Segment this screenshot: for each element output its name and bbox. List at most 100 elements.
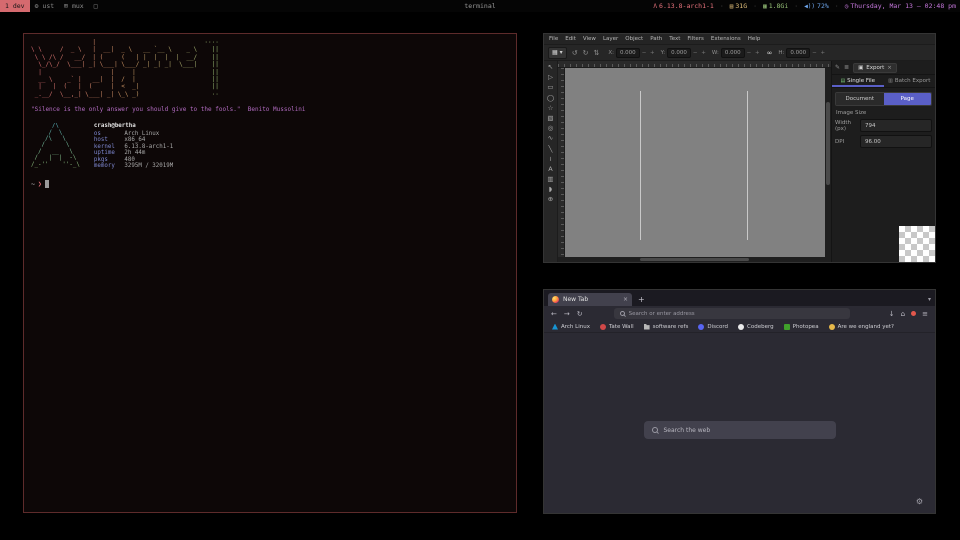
workspace-tag-mux[interactable]: ⊞ mux — [59, 0, 89, 12]
scrollbar-thumb[interactable] — [826, 102, 830, 185]
width-input[interactable]: 794 — [860, 119, 932, 132]
field-value[interactable]: 0.000 — [667, 48, 691, 58]
measure-tool-icon[interactable]: ⊕ — [548, 196, 553, 203]
field-value[interactable]: 0.000 — [786, 48, 810, 58]
menu-item[interactable]: Path — [650, 36, 662, 42]
search-icon — [652, 427, 658, 433]
menu-item[interactable]: Object — [625, 36, 643, 42]
spiral-tool-icon[interactable]: ◎ — [548, 125, 554, 132]
dpi-input[interactable]: 96.00 — [860, 135, 932, 148]
list-tabs-icon[interactable]: ▾ — [928, 296, 931, 303]
terminal-window[interactable]: | ···· \ \ / _ \ | __| _ \ __ `__ \ _ \ … — [23, 33, 517, 513]
bookmark-item[interactable]: Are we england yet? — [829, 324, 894, 330]
close-icon[interactable]: × — [887, 65, 892, 71]
export-tab[interactable]: ▣ Export × — [853, 63, 897, 73]
stepper-buttons[interactable]: − + — [812, 50, 826, 56]
height-field[interactable]: H: 0.000 − + — [778, 48, 826, 58]
fill-stroke-dialog-icon[interactable]: ✎ — [835, 64, 840, 71]
menu-item[interactable]: Extensions — [711, 36, 741, 42]
pencil-tool-icon[interactable]: ∿ — [548, 135, 553, 142]
coordinate-field[interactable]: W: 0.000 − + — [712, 48, 761, 58]
folder-icon — [644, 324, 650, 330]
export-page-button[interactable]: Page — [884, 93, 932, 105]
menu-item[interactable]: File — [549, 36, 558, 42]
bookmark-label: software refs — [653, 324, 689, 330]
scrollbar-thumb[interactable] — [640, 258, 749, 261]
arch-linux-favicon — [552, 324, 558, 330]
node-tool-icon[interactable]: ▷ — [548, 74, 553, 81]
page-border-right — [747, 91, 748, 240]
workspace-tag-dev[interactable]: 1 dev — [0, 0, 30, 12]
export-document-button[interactable]: Document — [836, 93, 884, 105]
bookmark-item[interactable]: Photopea — [784, 324, 819, 330]
field-value[interactable]: 0.000 — [616, 48, 640, 58]
tab-close-icon[interactable]: × — [623, 296, 628, 303]
batch-export-tab[interactable]: ▥ Batch Export — [884, 75, 936, 87]
dropper-tool-icon[interactable]: ◗ — [549, 186, 552, 193]
browser-tab[interactable]: New Tab × — [548, 293, 632, 306]
forward-button[interactable]: → — [564, 310, 570, 318]
export-preview-checkerboard — [899, 226, 935, 262]
menu-item[interactable]: View — [583, 36, 596, 42]
discord-favicon — [698, 324, 704, 330]
workspace-tags: 1 dev ⚙ ust ⊞ mux □ — [0, 0, 103, 12]
bookmark-item[interactable]: Discord — [698, 324, 728, 330]
menu-item[interactable]: Filters — [687, 36, 704, 42]
box3d-tool-icon[interactable]: ▧ — [547, 115, 553, 122]
bookmark-item[interactable]: Arch Linux — [552, 324, 590, 330]
coordinate-field[interactable]: X: 0.000 − + — [608, 48, 655, 58]
status-module: ▤ 31G — [720, 2, 747, 10]
menu-item[interactable]: Text — [669, 36, 680, 42]
menu-item[interactable]: Edit — [565, 36, 576, 42]
personalize-gear-icon[interactable]: ⚙ — [916, 497, 923, 506]
text-cursor — [45, 180, 49, 188]
back-button[interactable]: ← — [551, 310, 557, 318]
stepper-buttons[interactable]: − + — [747, 50, 761, 56]
bookmark-item[interactable]: software refs — [644, 324, 689, 330]
rectangle-tool-icon[interactable]: ▭ — [547, 84, 553, 91]
address-bar[interactable]: Search or enter address — [614, 308, 850, 319]
single-file-label: Single File — [847, 78, 875, 84]
stepper-buttons[interactable]: − + — [642, 50, 656, 56]
layers-dialog-icon[interactable]: ≣ — [844, 64, 849, 71]
shell-prompt[interactable]: ~ ❯ — [31, 180, 509, 188]
home-icon[interactable]: ⌂ — [901, 310, 905, 318]
ellipse-tool-icon[interactable]: ◯ — [547, 95, 554, 102]
search-icon — [620, 311, 625, 316]
photopea-favicon — [784, 324, 790, 330]
england-favicon — [829, 324, 835, 330]
gradient-tool-icon[interactable]: ▥ — [547, 176, 553, 183]
web-search-box[interactable]: Search the web — [644, 421, 836, 439]
record-indicator-icon[interactable] — [911, 311, 916, 316]
bookmark-item[interactable]: Tate Wall — [600, 324, 634, 330]
lock-ratio-icon[interactable]: ∞ — [767, 49, 773, 57]
star-tool-icon[interactable]: ☆ — [548, 105, 554, 112]
field-value[interactable]: 0.000 — [721, 48, 745, 58]
rotate-cw-button[interactable]: ↻ — [583, 49, 589, 57]
pen-tool-icon[interactable]: ╲ — [549, 146, 553, 153]
coordinate-field[interactable]: Y: 0.000 − + — [661, 48, 707, 58]
menu-icon[interactable]: ≡ — [922, 310, 928, 318]
menu-item[interactable]: Layer — [603, 36, 618, 42]
browser-window: New Tab × + ▾ ← → ↻ Search or enter addr… — [543, 289, 936, 514]
horizontal-scrollbar[interactable] — [558, 257, 831, 262]
downloads-icon[interactable]: ↓ — [889, 310, 895, 318]
reload-button[interactable]: ↻ — [577, 310, 583, 318]
menu-item[interactable]: Help — [748, 36, 761, 42]
single-file-tab[interactable]: ▤ Single File — [832, 75, 884, 87]
status-text: 72% — [817, 2, 829, 10]
text-tool-icon[interactable]: A — [548, 166, 552, 173]
new-tab-button[interactable]: + — [638, 295, 645, 304]
prompt-symbol: ❯ — [38, 180, 42, 188]
stepper-buttons[interactable]: − + — [693, 50, 707, 56]
tool-mode-dropdown[interactable]: ▦ ▾ — [548, 47, 567, 59]
width-label: Width (px) — [835, 120, 857, 132]
inkscape-canvas[interactable] — [565, 68, 825, 257]
bookmark-item[interactable]: Codeberg — [738, 324, 774, 330]
flip-vertical-button[interactable]: ⇅ — [593, 49, 599, 57]
workspace-tag-ust[interactable]: ⚙ ust — [30, 0, 60, 12]
calligraphy-tool-icon[interactable]: ≀ — [549, 156, 551, 163]
selector-tool-icon[interactable]: ↖ — [548, 64, 553, 71]
workspace-tag-empty[interactable]: □ — [89, 0, 103, 12]
rotate-ccw-button[interactable]: ↺ — [572, 49, 578, 57]
